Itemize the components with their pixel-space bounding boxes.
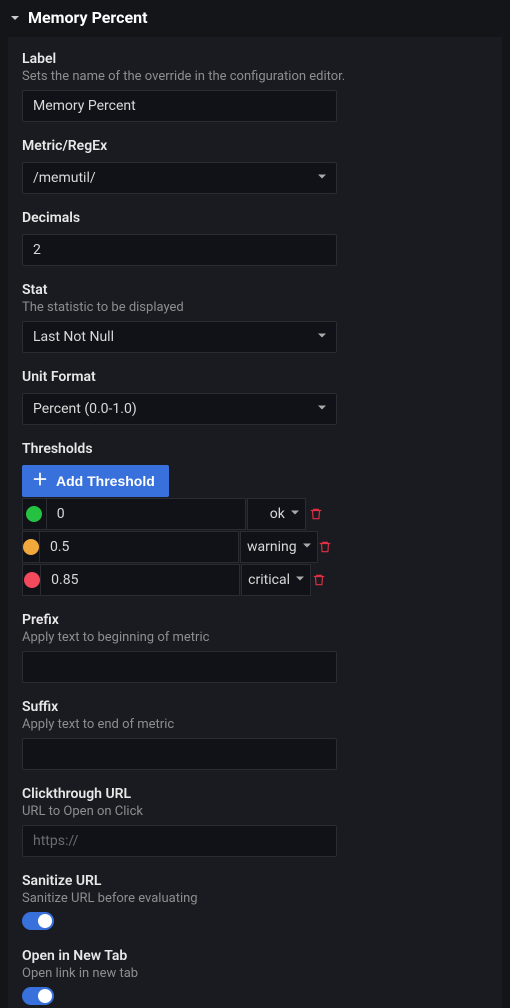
field-suffix: Suffix Apply text to end of metric [22,699,490,770]
threshold-row: critical [22,564,327,596]
threshold-value-input[interactable] [47,498,246,530]
sanitize-desc: Sanitize URL before evaluating [22,891,490,906]
threshold-state-select[interactable]: critical [241,564,311,596]
field-sanitize: Sanitize URL Sanitize URL before evaluat… [22,873,490,934]
label-input[interactable] [22,90,337,122]
metric-heading: Metric/RegEx [22,138,490,154]
sanitize-toggle[interactable] [22,912,54,930]
prefix-input[interactable] [22,651,337,683]
field-prefix: Prefix Apply text to beginning of metric [22,612,490,683]
field-thresholds: Thresholds ＋ Add Threshold okwarningcrit… [22,441,490,596]
threshold-delete-button[interactable] [306,498,327,530]
panel-header[interactable]: Memory Percent [0,0,510,37]
metric-value: /memutil/ [33,170,96,186]
prefix-desc: Apply text to beginning of metric [22,630,490,645]
field-label: Label Sets the name of the override in t… [22,51,490,122]
threshold-row: ok [22,498,327,530]
thresholds-list: okwarningcritical [22,498,327,596]
unit-heading: Unit Format [22,369,490,385]
stat-value: Last Not Null [33,329,114,345]
unit-select[interactable]: Percent (0.0-1.0) [22,393,337,425]
thresholds-heading: Thresholds [22,441,490,457]
stat-select[interactable]: Last Not Null [22,321,337,353]
threshold-delete-button[interactable] [311,564,327,596]
suffix-input[interactable] [22,738,337,770]
plus-icon: ＋ [32,473,48,489]
suffix-heading: Suffix [22,699,490,715]
threshold-state-select[interactable]: warning [240,531,318,563]
clickthrough-desc: URL to Open on Click [22,804,490,819]
threshold-state-select[interactable]: ok [247,498,306,530]
add-threshold-button[interactable]: ＋ Add Threshold [22,465,169,497]
threshold-color-swatch[interactable] [22,531,40,563]
prefix-heading: Prefix [22,612,490,628]
field-stat: Stat The statistic to be displayed Last … [22,282,490,353]
clickthrough-heading: Clickthrough URL [22,786,490,802]
decimals-heading: Decimals [22,210,490,226]
override-panel: Memory Percent Label Sets the name of th… [0,0,510,1008]
sanitize-heading: Sanitize URL [22,873,490,889]
label-desc: Sets the name of the override in the con… [22,69,490,84]
suffix-desc: Apply text to end of metric [22,717,490,732]
unit-value: Percent (0.0-1.0) [33,401,137,417]
field-newtab: Open in New Tab Open link in new tab [22,948,490,1008]
decimals-input[interactable] [22,234,337,266]
threshold-value-input[interactable] [40,531,239,563]
newtab-toggle[interactable] [22,987,54,1005]
clickthrough-input[interactable] [22,825,337,857]
add-threshold-label: Add Threshold [56,473,155,489]
threshold-color-swatch[interactable] [22,564,41,596]
threshold-color-swatch[interactable] [22,498,47,530]
field-decimals: Decimals [22,210,490,266]
threshold-row: warning [22,531,327,563]
chevron-down-icon [8,13,22,23]
panel-body: Label Sets the name of the override in t… [8,37,502,1008]
newtab-desc: Open link in new tab [22,966,490,981]
metric-select[interactable]: /memutil/ [22,162,337,194]
threshold-delete-button[interactable] [318,531,332,563]
field-metric: Metric/RegEx /memutil/ [22,138,490,194]
newtab-heading: Open in New Tab [22,948,490,964]
stat-heading: Stat [22,282,490,298]
threshold-value-input[interactable] [41,564,240,596]
panel-title: Memory Percent [28,8,148,27]
label-heading: Label [22,51,490,67]
stat-desc: The statistic to be displayed [22,300,490,315]
field-clickthrough: Clickthrough URL URL to Open on Click [22,786,490,857]
field-unit: Unit Format Percent (0.0-1.0) [22,369,490,425]
